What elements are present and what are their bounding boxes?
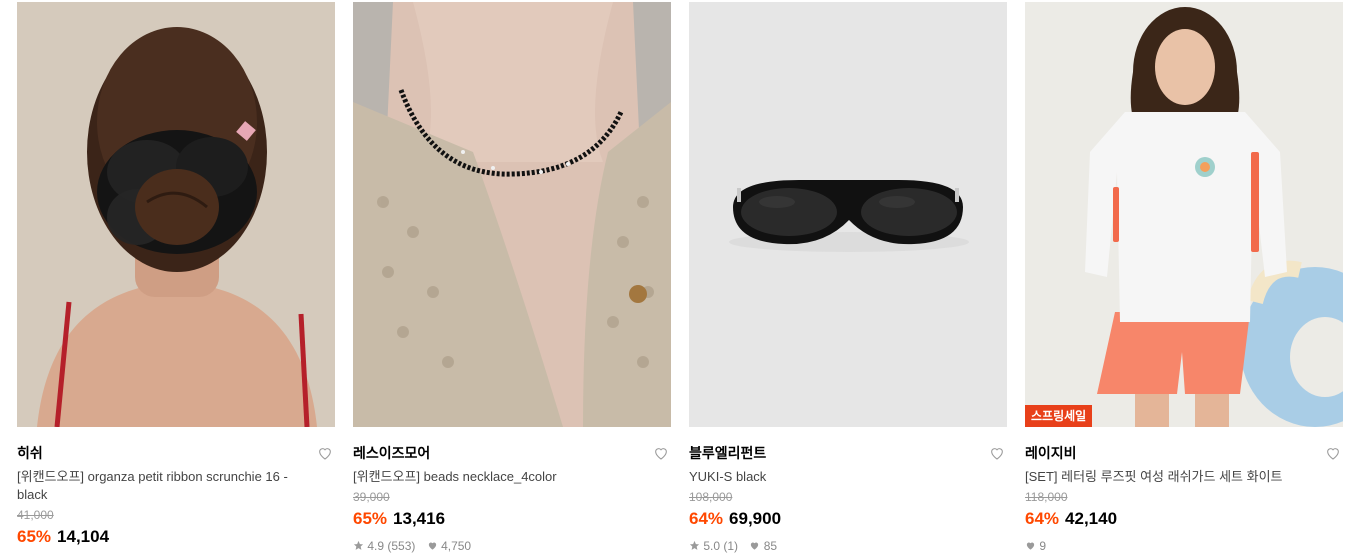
likes-group: 85 (749, 539, 777, 553)
rating-value: 4.9 (367, 539, 385, 553)
rating-value: 5.0 (703, 539, 721, 553)
like-count: 85 (763, 539, 778, 553)
original-price: 41,000 (17, 508, 54, 522)
brand-row: 레이지비 (1025, 443, 1343, 463)
product-name[interactable]: [위캔드오프] organza petit ribbon scrunchie 1… (17, 468, 317, 504)
product-name[interactable]: [위캔드오프] beads necklace_4color (353, 468, 653, 486)
heart-icon[interactable] (989, 445, 1005, 461)
original-price: 39,000 (353, 490, 390, 504)
rating-group: 4.9 (553) (353, 539, 419, 553)
price-row: 65% 14,104 (17, 526, 335, 549)
original-price: 118,000 (1025, 490, 1068, 504)
product-meta: 4.9 (553) 4,750 (353, 538, 671, 555)
like-count: 9 (1039, 539, 1047, 553)
likes-group: 9 (1025, 539, 1046, 553)
price-row: 64% 42,140 (1025, 508, 1343, 531)
rating-group: 5.0 (1) (689, 539, 741, 553)
brand-row: 히쉬 (17, 443, 335, 463)
heart-icon[interactable] (653, 445, 669, 461)
brand-name[interactable]: 레스이즈모어 (353, 445, 430, 461)
necklace-photo (353, 2, 671, 427)
brand-name[interactable]: 레이지비 (1025, 445, 1077, 461)
sale-price: 13,416 (393, 509, 446, 528)
product-meta: 5.0 (1) 85 (689, 538, 1007, 555)
discount-rate: 64% (689, 509, 724, 528)
sale-price: 14,104 (57, 527, 110, 546)
product-meta: 9 (1025, 538, 1343, 555)
discount-rate: 65% (353, 509, 388, 528)
sale-price: 42,140 (1065, 509, 1118, 528)
rashguard-photo (1025, 2, 1343, 427)
sale-price: 69,900 (729, 509, 782, 528)
heart-icon[interactable] (1325, 445, 1341, 461)
review-count: (553) (387, 539, 416, 553)
sunglasses-photo (689, 2, 1007, 427)
brand-row: 레스이즈모어 (353, 443, 671, 463)
product-image[interactable] (689, 2, 1007, 427)
heart-icon[interactable] (317, 445, 333, 461)
product-image[interactable] (353, 2, 671, 427)
product-grid: 히쉬 [위캔드오프] organza petit ribbon scrunchi… (0, 0, 1361, 553)
like-count: 4,750 (441, 539, 472, 553)
discount-rate: 65% (17, 527, 52, 546)
brand-name[interactable]: 히쉬 (17, 445, 43, 461)
product-card[interactable]: 스프링세일 레이지비 [SET] 레터링 루즈핏 여성 래쉬가드 세트 화이트 … (1025, 2, 1343, 553)
review-count: (1) (723, 539, 739, 553)
scrunchie-photo (17, 2, 335, 427)
original-price: 108,000 (689, 490, 733, 504)
product-card[interactable]: 블루엘리펀트 YUKI-S black 108,000 64% 69,900 5.… (689, 2, 1007, 553)
sale-badge: 스프링세일 (1025, 405, 1093, 427)
brand-row: 블루엘리펀트 (689, 443, 1007, 463)
product-name[interactable]: YUKI-S black (689, 468, 989, 486)
product-card[interactable]: 레스이즈모어 [위캔드오프] beads necklace_4color 39,… (353, 2, 671, 553)
product-image[interactable]: 스프링세일 (1025, 2, 1343, 427)
product-card[interactable]: 히쉬 [위캔드오프] organza petit ribbon scrunchi… (17, 2, 335, 553)
brand-name[interactable]: 블루엘리펀트 (689, 445, 766, 461)
product-name[interactable]: [SET] 레터링 루즈핏 여성 래쉬가드 세트 화이트 (1025, 468, 1325, 486)
product-image[interactable] (17, 2, 335, 427)
discount-rate: 64% (1025, 509, 1060, 528)
likes-group: 4,750 (427, 539, 471, 553)
price-row: 65% 13,416 (353, 508, 671, 531)
price-row: 64% 69,900 (689, 508, 1007, 531)
